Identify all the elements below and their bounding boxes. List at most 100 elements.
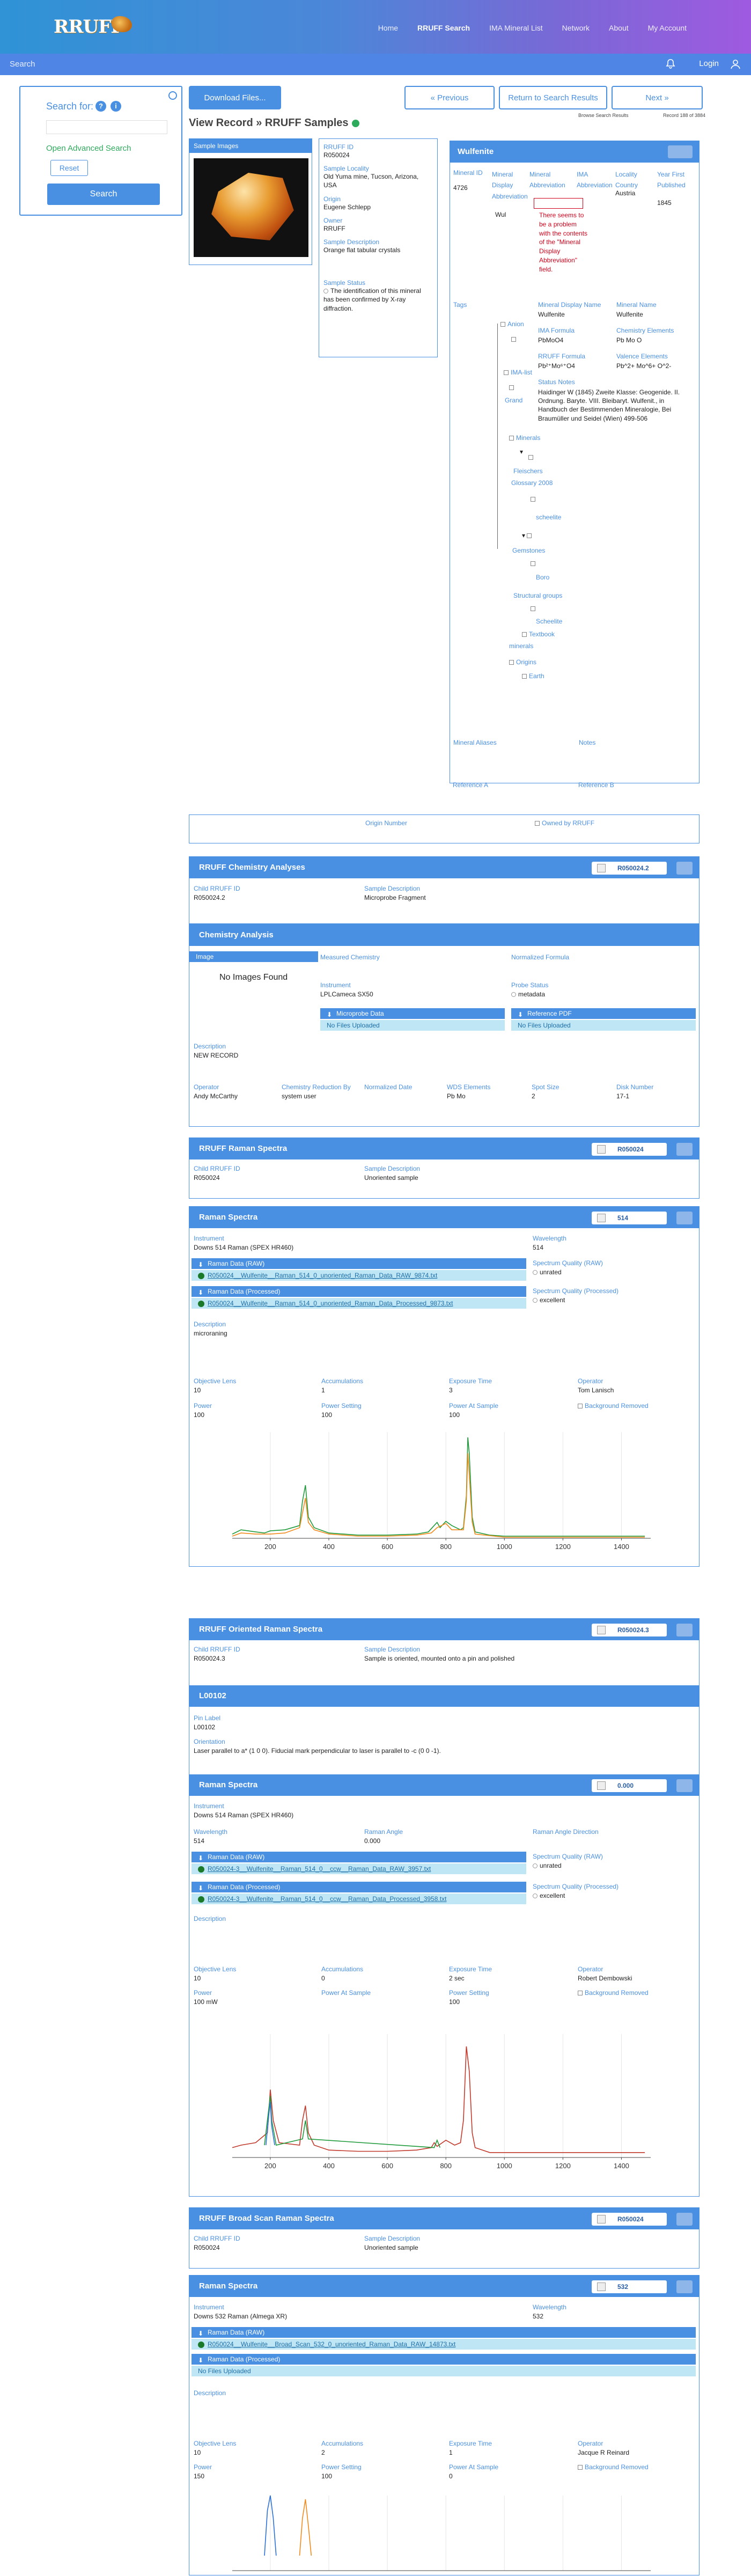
broad-processed-button[interactable]: ⬇ Raman Data (Processed) — [192, 2354, 696, 2365]
oriented-menu-button[interactable] — [676, 1624, 693, 1636]
broad-scan-header: RRUFF Broad Scan Raman Spectra R050024 — [189, 2208, 699, 2229]
disk-number-field: Disk Number 17-1 — [616, 1083, 654, 1100]
broad-raw-file[interactable]: R050024__Wulfenite__Broad_Scan_532_0_uno… — [192, 2339, 696, 2350]
rruff-logo[interactable]: RRUFF — [54, 14, 145, 41]
mineral-display-abbr-value: Wul — [495, 211, 506, 218]
download-files-button[interactable]: Download Files... — [189, 86, 281, 109]
raman-raw-button[interactable]: ⬇ Raman Data (RAW) — [192, 1258, 526, 1269]
oriented-raman-header: RRUFF Oriented Raman Spectra R050024.3 — [189, 1619, 699, 1640]
owner-value: RRUFF — [323, 224, 345, 232]
oriented-processed-file[interactable]: R050024-3__Wulfenite__Raman_514_0__ccw__… — [192, 1894, 526, 1904]
oriented-raw-button[interactable]: ⬇ Raman Data (RAW) — [192, 1852, 526, 1862]
tree-node-scheelite-2[interactable]: Scheelite — [536, 618, 562, 625]
bell-icon[interactable] — [665, 58, 676, 69]
tree-node-scheelite[interactable]: scheelite — [536, 513, 561, 521]
global-search-input[interactable]: Search — [10, 60, 35, 69]
nav-my-account[interactable]: My Account — [648, 24, 687, 32]
raman-menu-button[interactable] — [676, 1143, 693, 1156]
search-button[interactable]: Search — [47, 184, 160, 205]
oriented-background-removed[interactable]: Background Removed — [578, 1989, 649, 1997]
tree-node-origins[interactable]: Origins — [509, 658, 536, 666]
nav-rruff-search[interactable]: RRUFF Search — [417, 24, 470, 32]
login-link[interactable]: Login — [699, 59, 719, 68]
mineral-tools-button[interactable] — [668, 145, 693, 158]
nav-about[interactable]: About — [609, 24, 629, 32]
tree-node-fleischers[interactable]: Fleischers — [513, 467, 543, 475]
chemistry-analysis-selector[interactable]: R050024.2 — [592, 862, 667, 875]
file-icon — [198, 1272, 204, 1279]
oriented-exposure: Exposure Time 2 sec — [449, 1965, 492, 1982]
raman-wavelength-selector[interactable]: 514 — [592, 1212, 667, 1224]
reference-pdf-button[interactable]: ⬇ Reference PDF — [511, 1008, 696, 1019]
tree-node-ima[interactable]: IMA-list — [504, 369, 532, 376]
origin-value: Eugene Schlepp — [323, 203, 371, 211]
tree-node-sub1[interactable] — [509, 384, 516, 391]
tree-node-sub3[interactable] — [528, 453, 535, 461]
oriented-sub-menu-button[interactable] — [676, 1779, 693, 1792]
broad-selector[interactable]: R050024 — [592, 2213, 667, 2226]
broad-sub-menu-button[interactable] — [676, 2280, 693, 2293]
oriented-angle-selector[interactable]: 0.000 — [592, 1779, 667, 1792]
raman-processed-file[interactable]: R050024__Wulfenite__Raman_514_0_unorient… — [192, 1298, 526, 1309]
search-input[interactable] — [46, 120, 167, 134]
broad-wavelength-selector[interactable]: 532 — [592, 2280, 667, 2293]
next-button[interactable]: Next » — [612, 86, 703, 109]
mineral-abbr-label: Mineral Abbreviation — [529, 171, 565, 189]
chart-x-tick-label-200: 200 — [264, 2162, 276, 2170]
oriented-processed-button[interactable]: ⬇ Raman Data (Processed) — [192, 1882, 526, 1892]
mineral-id-value: 4726 — [453, 184, 468, 192]
tree-node-structural-groups[interactable]: Structural groups — [513, 592, 562, 599]
raman-spectrum-chart: 200 400 600 800 1000 1200 1400 — [232, 1432, 651, 1551]
broad-menu-button[interactable] — [676, 2213, 693, 2226]
raman-exposure: Exposure Time 3 — [449, 1377, 492, 1394]
oriented-raw-file[interactable]: R050024-3__Wulfenite__Raman_514_0__ccw__… — [192, 1863, 526, 1874]
tree-node-grand[interactable]: Grand — [505, 397, 522, 404]
raman-spectra-section: RRUFF Raman Spectra R050024 Child RRUFF I… — [189, 1137, 700, 1199]
tree-node-glossary[interactable]: Glossary 2008 — [511, 479, 553, 487]
raman-power-setting: Power Setting 100 — [321, 1402, 362, 1419]
nav-ima-mineral-list[interactable]: IMA Mineral List — [489, 24, 543, 32]
nav-home[interactable]: Home — [378, 24, 398, 32]
operator-field: Operator Andy McCarthy — [194, 1083, 238, 1100]
tree-node-checkbox[interactable] — [511, 335, 518, 343]
gear-icon[interactable] — [168, 91, 177, 100]
tree-node-sub6[interactable] — [531, 605, 538, 612]
tree-node-gemstones[interactable]: Gemstones — [512, 547, 545, 554]
tree-node-textbook[interactable]: Textbook — [522, 630, 555, 638]
user-icon[interactable] — [730, 58, 741, 70]
tree-node-minerals-2[interactable]: minerals — [509, 642, 533, 650]
broad-raw-button[interactable]: ⬇ Raman Data (RAW) — [192, 2327, 696, 2338]
tree-node-sub5[interactable] — [531, 560, 538, 567]
raman-processed-button[interactable]: ⬇ Raman Data (Processed) — [192, 1286, 526, 1297]
tree-node-anion[interactable]: Anion — [500, 320, 524, 328]
raman-raw-file[interactable]: R050024__Wulfenite__Raman_514_0_unorient… — [192, 1270, 526, 1281]
info-icon[interactable]: i — [111, 101, 121, 112]
tree-node-minerals[interactable]: Minerals — [509, 434, 540, 442]
chart-x-tick-label-200: 200 — [264, 1543, 276, 1551]
oriented-selector[interactable]: R050024.3 — [592, 1624, 667, 1636]
nav-network[interactable]: Network — [562, 24, 590, 32]
previous-button[interactable]: « Previous — [404, 86, 495, 109]
oriented-spectrum-chart: 200 400 600 800 1000 1200 1400 — [232, 2034, 651, 2170]
tree-node-sub4[interactable] — [531, 495, 538, 503]
raman-sub-menu-button[interactable] — [676, 1212, 693, 1224]
help-icon[interactable]: ? — [95, 101, 106, 112]
tree-node-boro[interactable]: Boro — [536, 574, 549, 581]
raman-background-removed[interactable]: Background Removed — [578, 1402, 649, 1410]
return-to-results-button[interactable]: Return to Search Results — [499, 86, 607, 109]
broad-background-removed[interactable]: Background Removed — [578, 2463, 649, 2471]
chemistry-analyses-menu-button[interactable] — [676, 862, 693, 875]
owned-by-rruff-checkbox[interactable]: Owned by RRUFF — [535, 819, 594, 827]
tree-node-earth[interactable]: Earth — [522, 672, 544, 680]
sample-images-card: Sample Images — [189, 138, 312, 265]
tree-node-groups[interactable]: ▾ — [522, 532, 534, 539]
browse-meta[interactable]: Browse Search Results — [578, 113, 629, 118]
tree-node-sub2[interactable]: ▾ — [520, 448, 523, 456]
raman-selector[interactable]: R050024 — [592, 1143, 667, 1156]
mineral-abbr-input[interactable] — [534, 198, 583, 209]
microprobe-data-button[interactable]: ⬇ Microprobe Data — [320, 1008, 505, 1019]
sample-photo[interactable] — [194, 158, 308, 257]
reset-button[interactable]: Reset — [50, 160, 88, 176]
advanced-search-link[interactable]: Open Advanced Search — [46, 144, 131, 153]
broad-instrument: Instrument Downs 532 Raman (Almega XR) — [194, 2303, 288, 2320]
